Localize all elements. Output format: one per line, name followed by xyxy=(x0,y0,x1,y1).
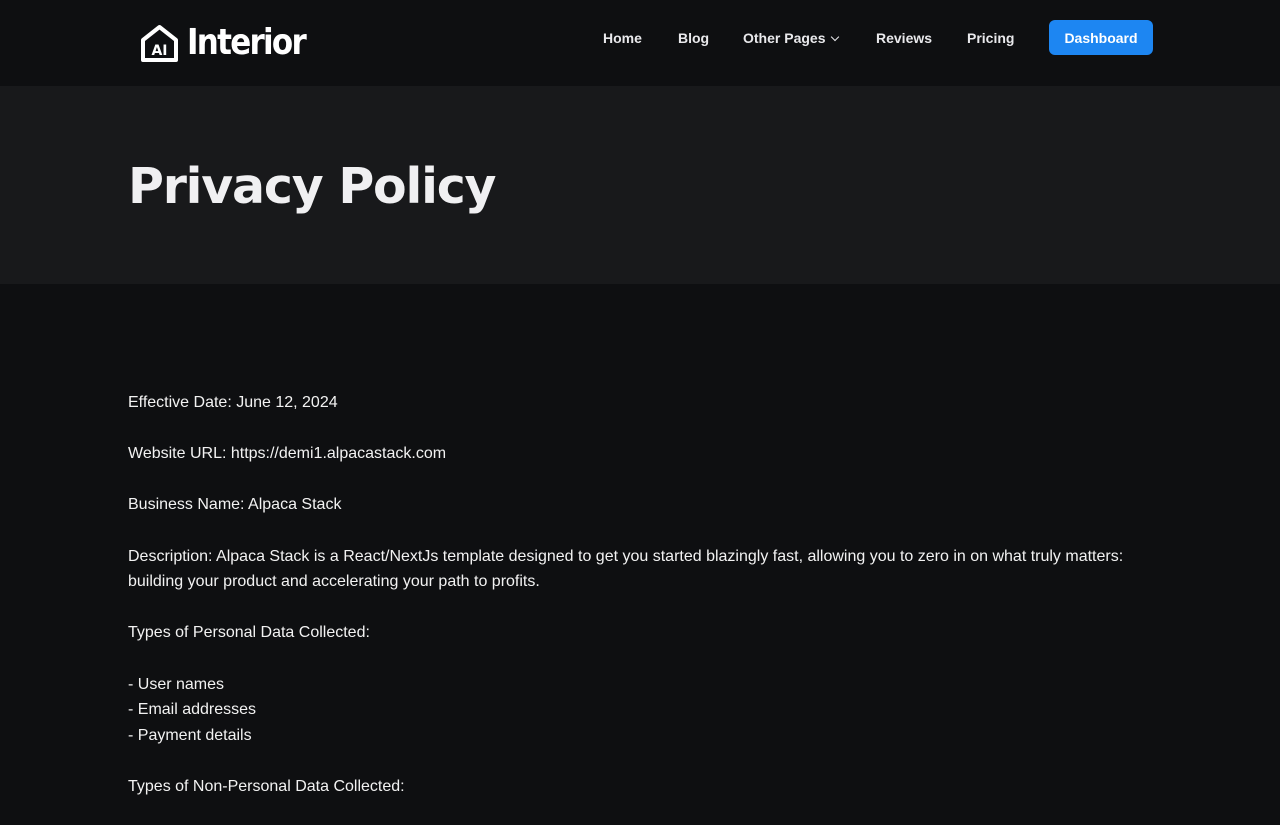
page-hero: Privacy Policy xyxy=(0,86,1280,284)
site-logo[interactable]: AI Interior xyxy=(139,21,324,65)
description-text: Description: Alpaca Stack is a React/Nex… xyxy=(128,547,1124,591)
business-name-text: Business Name: Alpaca Stack xyxy=(128,496,342,514)
chevron-down-icon xyxy=(831,32,840,42)
nav-pricing-link[interactable]: Pricing xyxy=(967,29,1014,47)
logo-badge-text: AI xyxy=(151,43,167,59)
list-item: - User names xyxy=(128,675,225,693)
logo-text: Interior xyxy=(187,22,307,63)
website-url-text: Website URL: https://demi1.alpacastack.c… xyxy=(128,445,447,463)
nav-other-pages-dropdown[interactable]: Other Pages xyxy=(743,29,840,47)
house-logo-icon: AI xyxy=(141,24,178,62)
nav-reviews-link[interactable]: Reviews xyxy=(876,29,932,47)
non-personal-data-heading: Types of Non-Personal Data Collected: xyxy=(128,777,405,795)
nav-other-pages-label: Other Pages xyxy=(743,30,826,46)
policy-content: Effective Date: June 12, 2024 Website UR… xyxy=(128,390,1138,825)
nav-home-link[interactable]: Home xyxy=(603,29,642,47)
dashboard-button[interactable]: Dashboard xyxy=(1049,20,1153,55)
list-item: - Payment details xyxy=(128,726,252,744)
top-navigation-bar: AI Interior Home Blog Other Pages Review… xyxy=(0,0,1280,86)
personal-data-list: - User names - Email addresses - Payment… xyxy=(128,672,1138,749)
list-item: - Email addresses xyxy=(128,701,257,719)
page-title: Privacy Policy xyxy=(128,158,496,215)
nav-blog-link[interactable]: Blog xyxy=(678,29,709,47)
personal-data-heading: Types of Personal Data Collected: xyxy=(128,624,370,642)
effective-date-text: Effective Date: June 12, 2024 xyxy=(128,394,338,411)
